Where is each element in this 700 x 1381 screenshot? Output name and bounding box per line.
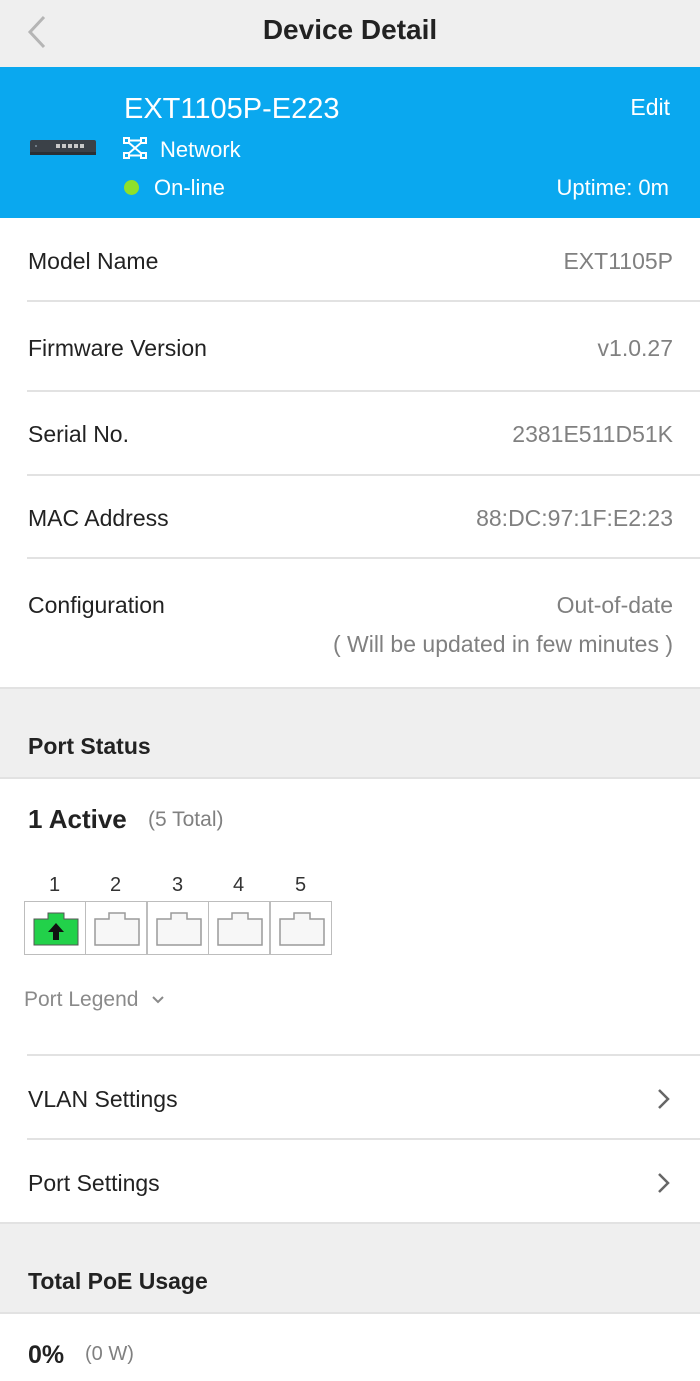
detail-value: 88:DC:97:1F:E2:23 (476, 505, 673, 531)
detail-label: Configuration (28, 592, 165, 618)
menu-label: VLAN Settings (28, 1086, 178, 1112)
port-inactive-icon (156, 912, 202, 946)
device-image (30, 140, 96, 155)
total-port-count: (5 Total) (148, 808, 224, 831)
page-title: Device Detail (262, 14, 438, 45)
chevron-right-icon (658, 1173, 670, 1193)
port-number: 5 (294, 874, 307, 896)
port-settings-row[interactable]: Port Settings (0, 1170, 700, 1200)
poe-usage-percent: 0% (28, 1341, 65, 1369)
vlan-settings-row[interactable]: VLAN Settings (0, 1086, 700, 1116)
configuration-note: ( Will be updated in few minutes ) (332, 631, 673, 657)
online-status-dot (124, 180, 139, 195)
detail-row-mac: MAC Address 88:DC:97:1F:E2:23 (0, 476, 700, 558)
network-icon (123, 137, 147, 159)
detail-label: Serial No. (28, 421, 129, 447)
detail-row-firmware: Firmware Version v1.0.27 (0, 302, 700, 390)
port-inactive-icon (94, 912, 140, 946)
detail-row-serial: Serial No. 2381E511D51K (0, 392, 700, 474)
detail-value: v1.0.27 (597, 335, 673, 361)
port-status-header: Port Status (0, 687, 700, 779)
port-uplink-active-icon (33, 912, 79, 946)
uptime-label: Uptime: 0m (556, 175, 669, 200)
poe-usage-header: Total PoE Usage (0, 1222, 700, 1314)
port-legend-label: Port Legend (24, 988, 139, 1011)
port-number: 2 (109, 874, 122, 896)
detail-value: 2381E511D51K (512, 421, 673, 447)
active-port-count: 1 Active (28, 804, 127, 834)
divider (27, 1054, 700, 1056)
section-title: Port Status (28, 733, 151, 759)
top-bar: Device Detail (0, 0, 700, 67)
detail-label: Model Name (28, 248, 159, 274)
device-type-label: Network (160, 137, 241, 162)
chevron-right-icon (658, 1089, 670, 1109)
port-number: 3 (171, 874, 184, 896)
detail-row-model: Model Name EXT1105P (0, 218, 700, 302)
detail-row-configuration: Configuration Out-of-date ( Will be upda… (0, 559, 700, 687)
port-number: 4 (232, 874, 245, 896)
status-label: On-line (154, 175, 225, 200)
port-1[interactable] (24, 901, 86, 955)
poe-usage-watts: (0 W) (85, 1343, 134, 1365)
port-legend-toggle[interactable]: Port Legend (24, 988, 166, 1012)
port-inactive-icon (217, 912, 263, 946)
port-3[interactable] (147, 901, 209, 955)
port-2[interactable] (85, 901, 147, 955)
device-header: EXT1105P-E223 Edit Network On-line Uptim… (0, 67, 700, 218)
menu-label: Port Settings (28, 1170, 160, 1196)
detail-value: Out-of-date (556, 592, 673, 618)
detail-label: Firmware Version (28, 335, 207, 361)
device-name: EXT1105P-E223 (124, 93, 340, 125)
port-4[interactable] (208, 901, 270, 955)
detail-value: EXT1105P (563, 248, 673, 274)
edit-button[interactable]: Edit (630, 94, 670, 121)
divider (27, 1138, 700, 1140)
detail-label: MAC Address (28, 505, 169, 531)
port-inactive-icon (279, 912, 325, 946)
port-number: 1 (48, 874, 61, 896)
section-title: Total PoE Usage (28, 1268, 208, 1294)
chevron-down-icon (152, 996, 164, 1004)
port-5[interactable] (270, 901, 332, 955)
